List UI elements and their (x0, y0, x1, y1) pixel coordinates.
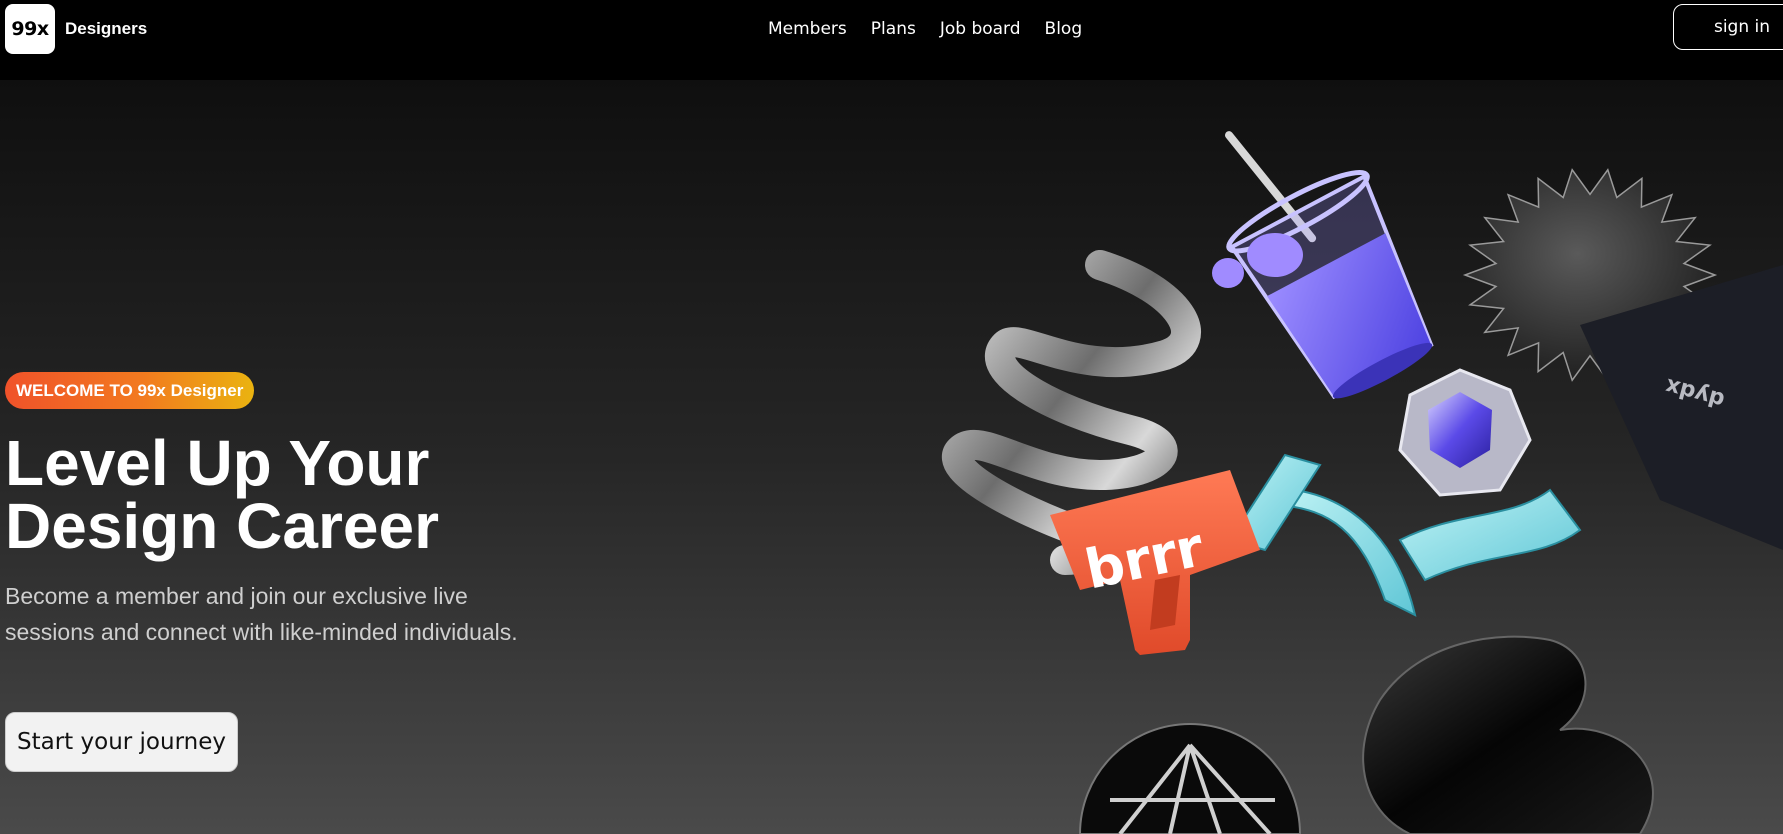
money-gun-shape: brrr (1050, 470, 1260, 655)
cup-shape (1225, 131, 1434, 400)
hero-headline: Level Up Your Design Career (5, 431, 705, 558)
logo-mark: 99x (5, 4, 55, 54)
liquid-splash-shape (1247, 233, 1303, 277)
brand-name: Designers (65, 19, 148, 38)
money-bill-shape-2 (1277, 488, 1417, 617)
welcome-badge: WELCOME TO 99x Designer (5, 372, 255, 409)
page: 99x Designers Members Plans Job board Bl… (0, 0, 1783, 834)
nav-item-members[interactable]: Members (768, 19, 847, 39)
subtext-line-1: Become a member and join our exclusive l… (5, 583, 468, 609)
illustration-svg: dydx brrr (942, 131, 1783, 834)
purple-drop-shape (1212, 258, 1244, 288)
brand-logo[interactable]: 99x Designers (5, 4, 147, 54)
sign-in-button[interactable]: sign in (1673, 4, 1783, 50)
money-bill-shape (1398, 488, 1582, 582)
crystal-flower-shape (1398, 368, 1532, 497)
nav-item-blog[interactable]: Blog (1045, 19, 1083, 39)
headline-line-2: Design Career (5, 490, 439, 562)
nav-item-job-board[interactable]: Job board (940, 19, 1021, 39)
subtext-line-2: sessions and connect with like-minded in… (5, 619, 518, 645)
nav-item-plans[interactable]: Plans (871, 19, 916, 39)
main-nav: Members Plans Job board Blog (768, 19, 1082, 39)
black-blob-shape (1362, 635, 1654, 834)
hero-illustration: dydx brrr (940, 80, 1783, 834)
start-journey-button[interactable]: Start your journey (5, 712, 238, 772)
top-header: 99x Designers Members Plans Job board Bl… (0, 0, 1783, 80)
striped-sphere-shape (1078, 723, 1302, 834)
headline-line-1: Level Up Your (5, 427, 430, 499)
hero-subtext: Become a member and join our exclusive l… (5, 578, 565, 650)
